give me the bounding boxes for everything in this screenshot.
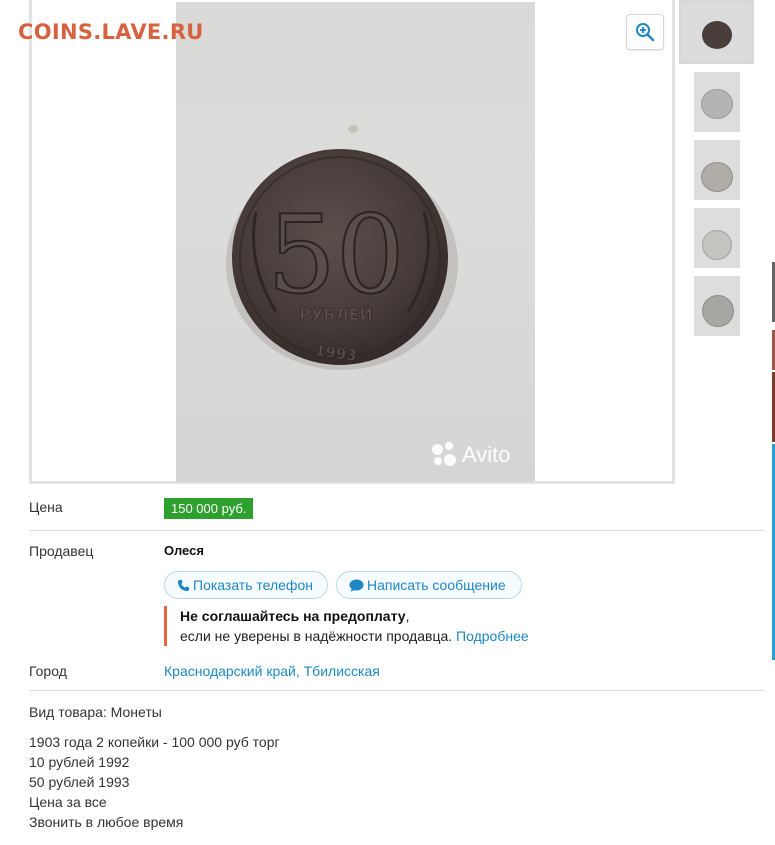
divider bbox=[29, 530, 764, 531]
thumbnail-2[interactable] bbox=[694, 72, 740, 132]
show-phone-button[interactable]: Показать телефон bbox=[164, 571, 328, 599]
warning-text: если не уверены в надёжности продавца. bbox=[180, 628, 453, 644]
prepayment-warning: Не соглашайтесь на предоплату, если не у… bbox=[164, 606, 529, 646]
thumbnail-1[interactable] bbox=[679, 0, 754, 64]
city-label: Город bbox=[29, 663, 67, 679]
warning-more-link[interactable]: Подробнее bbox=[456, 628, 529, 644]
svg-text:50: 50 bbox=[267, 193, 404, 318]
description-line: Цена за все bbox=[29, 794, 107, 810]
warning-title: Не соглашайтесь на предоплату bbox=[180, 608, 406, 624]
warning-comma: , bbox=[405, 608, 410, 624]
write-message-button[interactable]: Написать сообщение bbox=[336, 571, 522, 599]
coin-image: 50 РУБЛЕЙ 1993 bbox=[226, 149, 458, 370]
description-line: Звонить в любое время bbox=[29, 814, 184, 830]
zoom-button[interactable] bbox=[626, 14, 664, 50]
thumbnail-5[interactable] bbox=[694, 276, 740, 336]
price-value: 150 000 руб. bbox=[164, 498, 254, 519]
avito-watermark: Avito bbox=[432, 442, 511, 468]
svg-text:РУБЛЕЙ: РУБЛЕЙ bbox=[299, 305, 373, 324]
avito-logo-icon bbox=[432, 442, 458, 468]
thumbnail-4[interactable] bbox=[694, 208, 740, 268]
chat-bubble-icon bbox=[349, 579, 364, 592]
thumbnail-3[interactable] bbox=[694, 140, 740, 200]
city-link[interactable]: Краснодарский край, Тбилисская bbox=[164, 663, 380, 679]
seller-name: Олеся bbox=[164, 543, 204, 558]
photo-gallery: 50 РУБЛЕЙ 1993 Avito bbox=[29, 0, 675, 484]
main-photo[interactable]: 50 РУБЛЕЙ 1993 Avito bbox=[176, 2, 535, 482]
avito-text: Avito bbox=[462, 442, 511, 467]
divider bbox=[29, 690, 764, 691]
zoom-in-icon bbox=[636, 23, 655, 42]
show-phone-label: Показать телефон bbox=[193, 577, 313, 593]
description-line: 10 рублей 1992 bbox=[29, 754, 130, 770]
item-type: Вид товара: Монеты bbox=[29, 704, 162, 720]
site-watermark: COINS.LAVE.RU bbox=[18, 20, 204, 44]
seller-label: Продавец bbox=[29, 543, 94, 559]
description-line: 50 рублей 1993 bbox=[29, 774, 130, 790]
price-label: Цена bbox=[29, 499, 63, 515]
thumbnail-strip bbox=[676, 0, 766, 340]
phone-icon bbox=[177, 579, 190, 591]
description-line: 1903 года 2 копейки - 100 000 руб торг bbox=[29, 734, 280, 750]
write-message-label: Написать сообщение bbox=[367, 577, 506, 593]
